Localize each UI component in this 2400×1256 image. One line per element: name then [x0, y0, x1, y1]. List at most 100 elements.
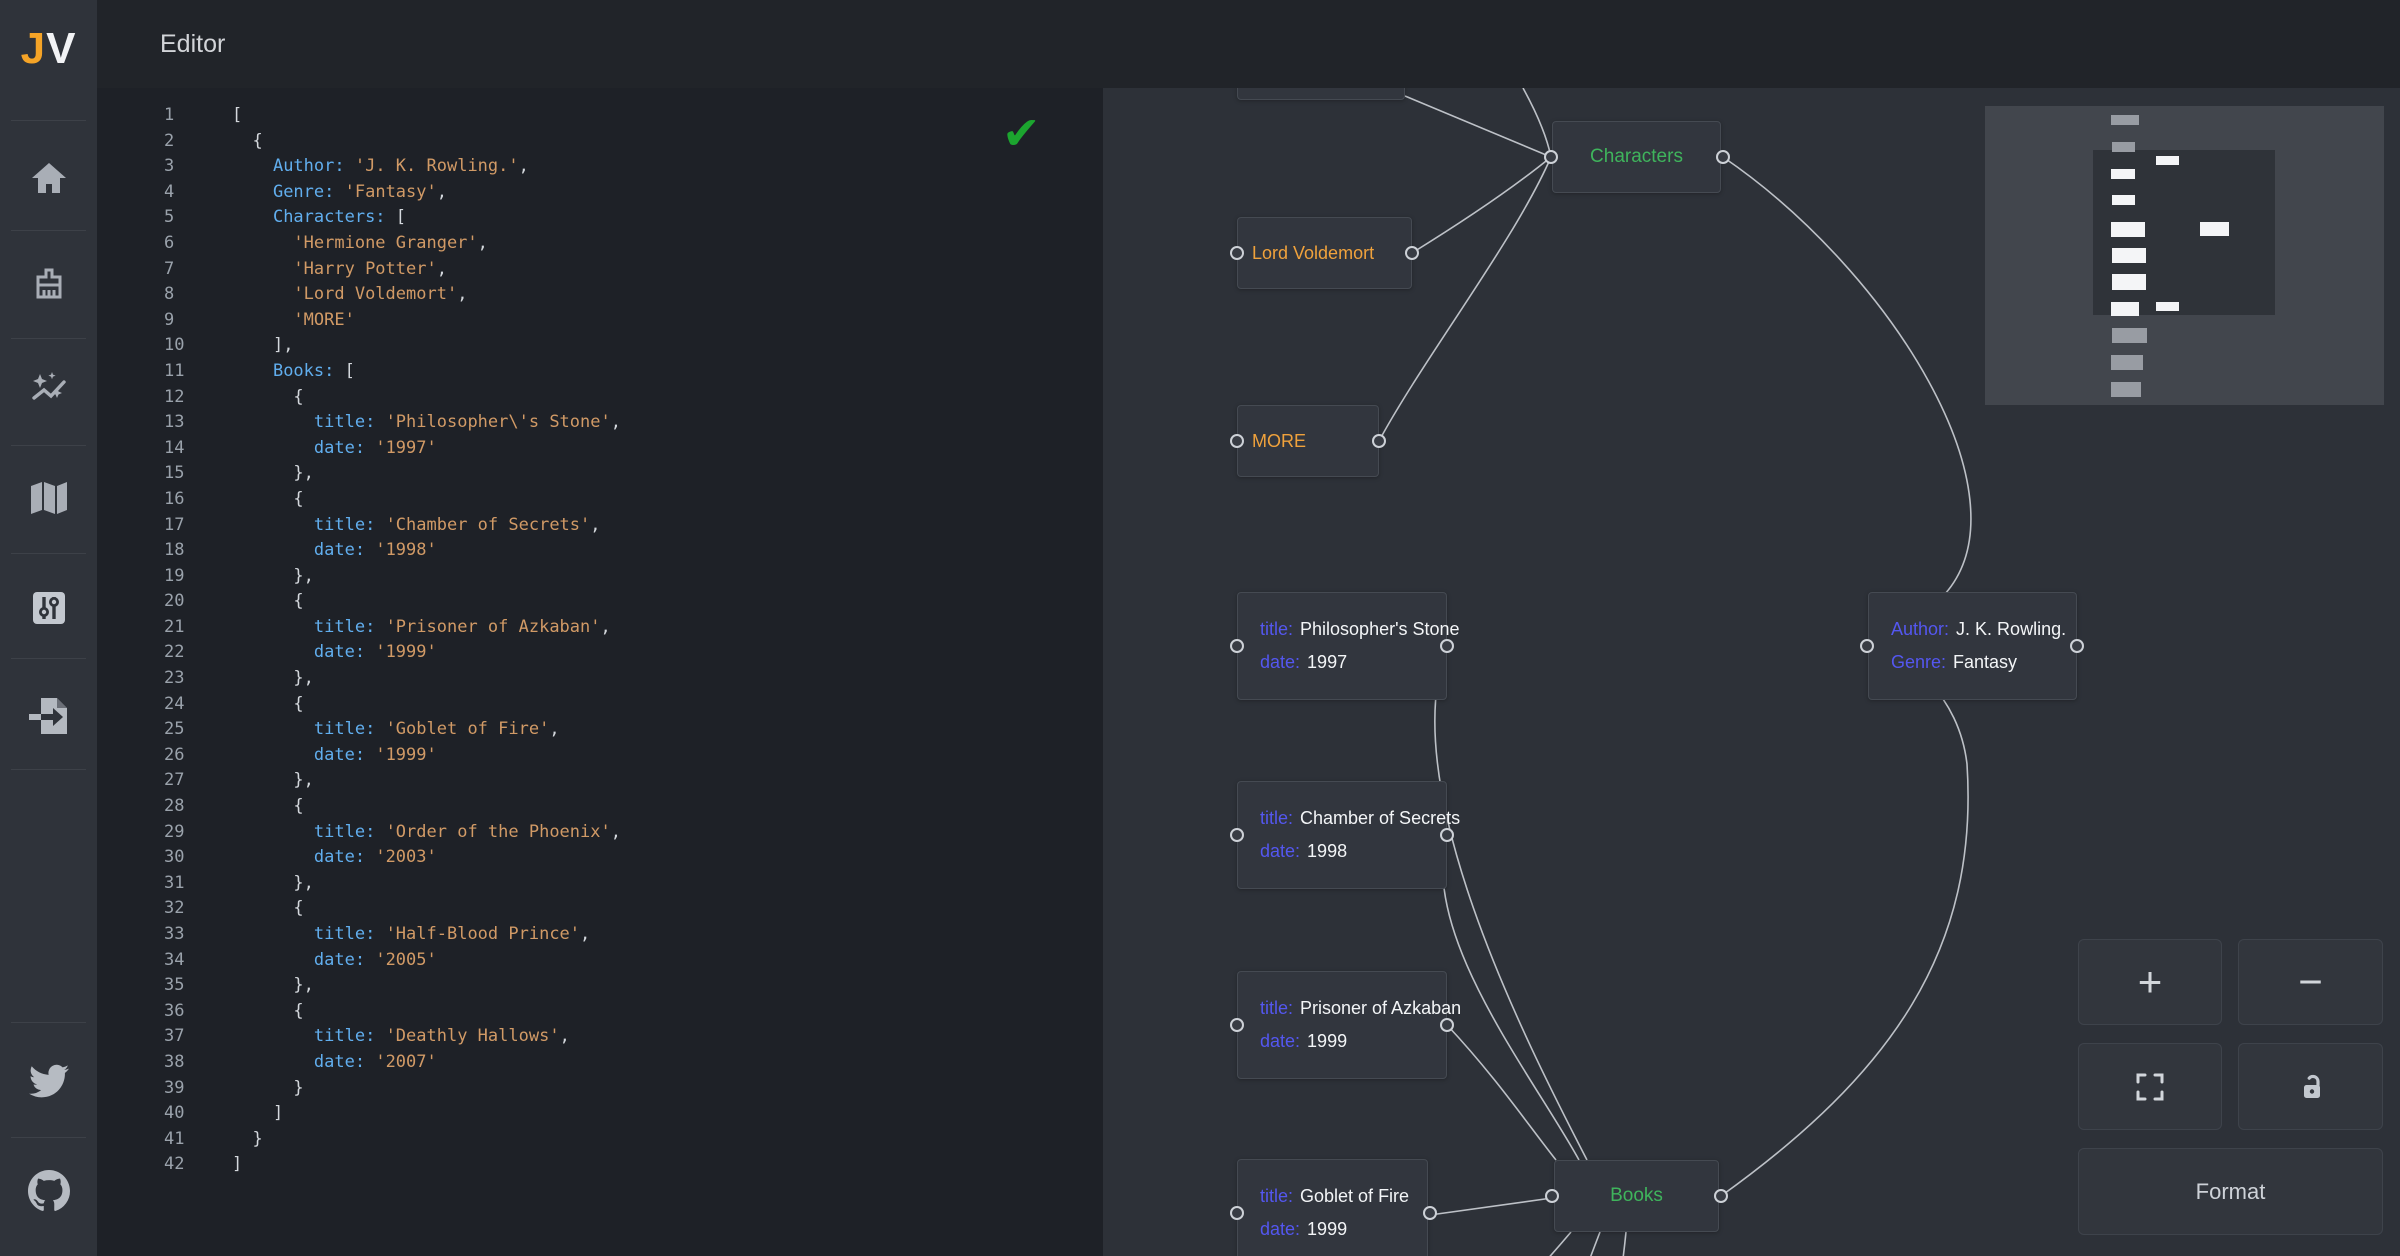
node-author-genre[interactable]: Author:J. K. Rowling. Genre:Fantasy: [1868, 592, 2077, 700]
sidebar-item-auto-format[interactable]: [0, 356, 97, 420]
graph-edge: [1555, 1232, 1600, 1256]
node-chamber-of-secrets[interactable]: title:Chamber of Secrets date:1998: [1237, 781, 1447, 889]
node-label: MORE: [1252, 431, 1306, 452]
node-clipped-top[interactable]: [1237, 88, 1405, 100]
format-button[interactable]: Format: [2078, 1148, 2383, 1235]
node-row: Genre:Fantasy: [1891, 652, 2076, 673]
graph-edge: [1475, 1232, 1571, 1256]
minimap-node-mark: [2112, 328, 2147, 343]
divider: [11, 769, 86, 770]
node-more[interactable]: MORE: [1237, 405, 1379, 477]
code-line: 10 ],: [97, 333, 1103, 359]
minimap-node-mark: [2111, 169, 2135, 179]
lock-button[interactable]: [2238, 1043, 2383, 1130]
page-title: Editor: [160, 0, 225, 88]
node-row: title:Prisoner of Azkaban: [1260, 998, 1446, 1019]
code-line: 26 date: '1999': [97, 743, 1103, 769]
minimap-node-mark: [2111, 382, 2141, 397]
node-philosophers-stone[interactable]: title:Philosopher's Stonedate:1997: [1237, 592, 1447, 700]
node-goblet-of-fire[interactable]: title:Goblet of Firedate:1999: [1237, 1159, 1428, 1256]
header-bar: Editor: [97, 0, 2400, 88]
code-line: 13 title: 'Philosopher\'s Stone',: [97, 410, 1103, 436]
app-logo[interactable]: JV: [0, 24, 97, 74]
node-books[interactable]: Books: [1554, 1160, 1719, 1232]
node-label: Characters: [1590, 146, 1683, 168]
jsonvisio-app: Editor JV: [0, 0, 2400, 1256]
minimap-node-mark: [2156, 156, 2179, 165]
divider: [11, 1022, 86, 1023]
divider: [11, 338, 86, 339]
code-line: 37 title: 'Deathly Hallows',: [97, 1024, 1103, 1050]
code-line: 38 date: '2007': [97, 1050, 1103, 1076]
node-characters[interactable]: Characters: [1552, 121, 1721, 193]
code-line: 41 }: [97, 1127, 1103, 1153]
divider: [11, 553, 86, 554]
sidebar-item-twitter[interactable]: [0, 1049, 97, 1113]
sidebar-item-import[interactable]: [0, 684, 97, 748]
minimap-node-mark: [2200, 222, 2229, 236]
twitter-icon: [29, 1064, 69, 1098]
code-line: 9 'MORE': [97, 308, 1103, 334]
divider: [11, 658, 86, 659]
node-lord-voldemort[interactable]: Lord Voldemort: [1237, 217, 1412, 289]
minimap-node-mark: [2112, 195, 2135, 205]
divider: [11, 1137, 86, 1138]
node-row: Author:J. K. Rowling.: [1891, 619, 2076, 640]
node-prisoner-of-azkaban[interactable]: title:Prisoner of Azkabandate:1999: [1237, 971, 1447, 1079]
divider: [11, 120, 86, 121]
minimap-node-mark: [2111, 355, 2143, 370]
minimap-node-mark: [2111, 115, 2139, 125]
sidebar: JV: [0, 0, 97, 1256]
code-line: 24 {: [97, 692, 1103, 718]
import-file-icon: [27, 696, 71, 736]
sidebar-item-github[interactable]: [0, 1159, 97, 1223]
code-editor[interactable]: 1[2 {3 Author: 'J. K. Rowling.',4 Genre:…: [97, 88, 1103, 1256]
code-line: 33 title: 'Half-Blood Prince',: [97, 922, 1103, 948]
code-line: 32 {: [97, 896, 1103, 922]
code-line: 14 date: '1997': [97, 436, 1103, 462]
code-line: 16 {: [97, 487, 1103, 513]
graph-edge: [1405, 96, 1551, 157]
minimap-node-mark: [2112, 142, 2135, 152]
graph-edge: [1412, 157, 1551, 253]
code-line: 31 },: [97, 871, 1103, 897]
code-line: 17 title: 'Chamber of Secrets',: [97, 513, 1103, 539]
code-line: 42]: [97, 1152, 1103, 1178]
graph-edge: [1721, 646, 1968, 1196]
code-line: 29 title: 'Order of the Phoenix',: [97, 820, 1103, 846]
graph-edge: [1447, 1025, 1556, 1160]
node-row: date:1998: [1260, 841, 1446, 862]
graph-edge: [1443, 835, 1579, 1160]
graph-edge: [1723, 157, 1971, 646]
code-line: 34 date: '2005': [97, 948, 1103, 974]
code-line: 30 date: '2003': [97, 845, 1103, 871]
graph-edge: [1523, 88, 1551, 157]
minimap-node-mark: [2111, 302, 2139, 316]
fit-view-button[interactable]: [2078, 1043, 2222, 1130]
graph-canvas[interactable]: Characters Lord Voldemort MORE title:Philos…: [1103, 88, 2400, 1256]
map-icon: [29, 480, 69, 516]
sidebar-item-settings[interactable]: [0, 576, 97, 640]
code-line: 4 Genre: 'Fantasy',: [97, 180, 1103, 206]
code-line: 28 {: [97, 794, 1103, 820]
code-line: 22 date: '1999': [97, 640, 1103, 666]
valid-json-check-icon: ✔: [1002, 106, 1041, 160]
graph-edge: [1430, 1198, 1552, 1215]
node-row: title:Chamber of Secrets: [1260, 808, 1446, 829]
github-icon: [28, 1170, 70, 1212]
code-line: 8 'Lord Voldemort',: [97, 282, 1103, 308]
minimap-node-mark: [2112, 248, 2146, 263]
minus-icon: −: [2298, 961, 2323, 1003]
sidebar-item-clear[interactable]: [0, 253, 97, 317]
minimap-node-mark: [2112, 274, 2146, 290]
sidebar-item-map[interactable]: [0, 466, 97, 530]
sidebar-item-home[interactable]: [0, 146, 97, 210]
zoom-in-button[interactable]: +: [2078, 939, 2222, 1025]
minimap-node-mark: [2156, 302, 2179, 311]
minimap[interactable]: [1985, 106, 2384, 405]
zoom-out-button[interactable]: −: [2238, 939, 2383, 1025]
code-line: 19 },: [97, 564, 1103, 590]
fullscreen-icon: [2135, 1072, 2165, 1102]
code-line: 25 title: 'Goblet of Fire',: [97, 717, 1103, 743]
code-line: 40 ]: [97, 1101, 1103, 1127]
